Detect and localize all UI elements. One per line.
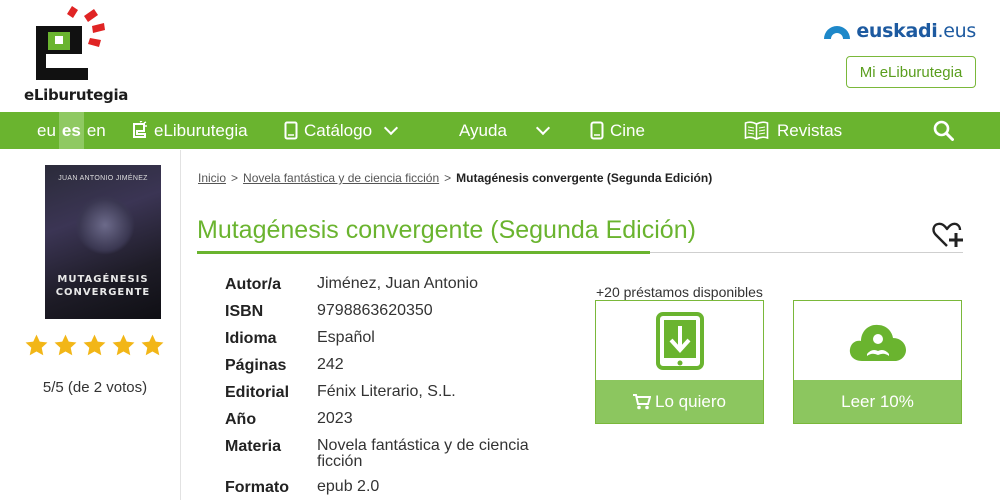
detail-label: Idioma <box>225 330 277 347</box>
rating-text: 5/5 (de 2 votos) <box>42 379 148 396</box>
book-cover[interactable]: JUAN ANTONIO JIMÉNEZ MUTAGÉNESIS CONVERG… <box>45 165 161 319</box>
detail-row: ISBN 9798863620350 <box>225 302 570 321</box>
breadcrumb-current: Mutagénesis convergente (Segunda Edición… <box>456 171 713 185</box>
nav-revistas[interactable]: Revistas <box>744 112 842 149</box>
nav-catalogo-label: Catálogo <box>304 120 373 140</box>
detail-value: 2023 <box>317 410 353 427</box>
column-divider <box>180 150 181 500</box>
search-icon <box>933 120 954 141</box>
detail-row: Páginas 242 <box>225 356 570 375</box>
detail-label: Materia <box>225 438 282 455</box>
nav-ayuda-label: Ayuda <box>459 120 507 140</box>
preview-card[interactable]: Leer 10% <box>793 300 962 424</box>
star-icon <box>54 334 77 356</box>
detail-label: Editorial <box>225 384 290 401</box>
detail-value: 242 <box>317 356 344 373</box>
eliburutegia-icon <box>133 121 147 138</box>
tablet-icon <box>284 121 298 140</box>
logo-text: eLiburutegia <box>24 86 129 104</box>
euskadi-arc-icon <box>824 26 851 39</box>
cover-title: MUTAGÉNESIS CONVERGENTE <box>45 273 161 299</box>
site-header: eLiburutegia euskadi.eus Mi eLiburutegia <box>0 0 1000 112</box>
detail-value: epub 2.0 <box>317 478 380 495</box>
my-library-button[interactable]: Mi eLiburutegia <box>846 56 976 88</box>
book-details: Autor/a Jiménez, Juan Antonio ISBN 97988636… <box>225 275 570 500</box>
borrow-card[interactable]: Lo quiero <box>595 300 764 424</box>
chevron-down-icon <box>383 120 399 136</box>
detail-row: Idioma Español <box>225 329 570 348</box>
cart-icon <box>633 393 652 409</box>
detail-row: Editorial Fénix Literario, S.L. <box>225 383 570 402</box>
add-favorite-heart-icon[interactable] <box>932 221 964 249</box>
detail-label: Páginas <box>225 357 287 374</box>
lang-es[interactable]: es <box>58 112 84 149</box>
euskadi-name: euskadi <box>856 20 938 42</box>
preview-button[interactable]: Leer 10% <box>794 380 961 423</box>
borrow-button-label: Lo quiero <box>655 391 726 411</box>
nav-cine-label: Cine <box>610 120 645 140</box>
detail-value: Fénix Literario, S.L. <box>317 383 456 400</box>
detail-value: Español <box>317 329 375 346</box>
nav-catalogo[interactable]: Catálogo <box>284 112 399 149</box>
breadcrumb-category[interactable]: Novela fantástica y de ciencia ficción <box>243 171 439 185</box>
borrow-button[interactable]: Lo quiero <box>596 380 763 423</box>
euskadi-tld: .eus <box>937 20 977 42</box>
preview-button-label: Leer 10% <box>841 391 914 411</box>
search-button[interactable] <box>933 112 954 149</box>
detail-label: Formato <box>225 479 289 496</box>
star-rating <box>24 333 165 358</box>
star-icon <box>83 334 106 356</box>
nav-eliburutegia[interactable]: eLiburutegia <box>131 112 248 149</box>
star-icon <box>25 334 48 356</box>
detail-value: Jiménez, Juan Antonio <box>317 275 478 292</box>
cover-art <box>75 195 135 255</box>
cover-title-line2: CONVERGENTE <box>55 287 151 298</box>
detail-label: ISBN <box>225 303 264 320</box>
magazine-icon <box>744 121 769 140</box>
detail-value: 9798863620350 <box>317 302 433 319</box>
cloud-reader-icon <box>849 324 906 361</box>
nav-ayuda-dropdown[interactable] <box>535 112 551 149</box>
language-switcher: eu es en <box>34 112 109 149</box>
star-icon <box>112 334 135 356</box>
breadcrumb-separator: > <box>444 171 452 185</box>
breadcrumb: Inicio > Novela fantástica y de ciencia fi… <box>198 171 712 185</box>
detail-row: Autor/a Jiménez, Juan Antonio <box>225 275 570 294</box>
page-title: Mutagénesis convergente (Segunda Edición… <box>197 216 696 244</box>
detail-label: Año <box>225 411 257 428</box>
cover-title-line1: MUTAGÉNESIS <box>57 274 149 285</box>
nav-ayuda[interactable]: Ayuda <box>459 112 507 149</box>
nav-revistas-label: Revistas <box>777 120 843 140</box>
breadcrumb-separator: > <box>231 171 239 185</box>
detail-row: Materia Novela fantástica y de ciencia fi… <box>225 437 570 470</box>
title-rule <box>650 252 963 253</box>
title-underline <box>197 251 650 254</box>
tablet-download-icon <box>655 312 704 370</box>
lang-eu[interactable]: eu <box>34 112 59 149</box>
cover-author: JUAN ANTONIO JIMÉNEZ <box>58 175 148 182</box>
chevron-down-icon <box>535 120 551 136</box>
breadcrumb-inicio[interactable]: Inicio <box>198 171 226 185</box>
main-nav: eu es en eLiburutegia Catálogo Ayuda Cin… <box>0 112 1000 149</box>
phone-icon <box>590 121 604 140</box>
detail-row: Año 2023 <box>225 410 570 429</box>
nav-cine[interactable]: Cine <box>590 112 645 149</box>
star-icon <box>141 334 164 356</box>
detail-value: Novela fantástica y de ciencia ficción <box>317 437 529 470</box>
detail-label: Autor/a <box>225 276 281 293</box>
lang-en[interactable]: en <box>84 112 109 149</box>
loans-available: +20 préstamos disponibles <box>596 284 763 300</box>
euskadi-logo[interactable]: euskadi.eus <box>822 20 976 42</box>
detail-row: Formato epub 2.0 <box>225 478 570 497</box>
nav-eliburutegia-label: eLiburutegia <box>154 120 248 140</box>
